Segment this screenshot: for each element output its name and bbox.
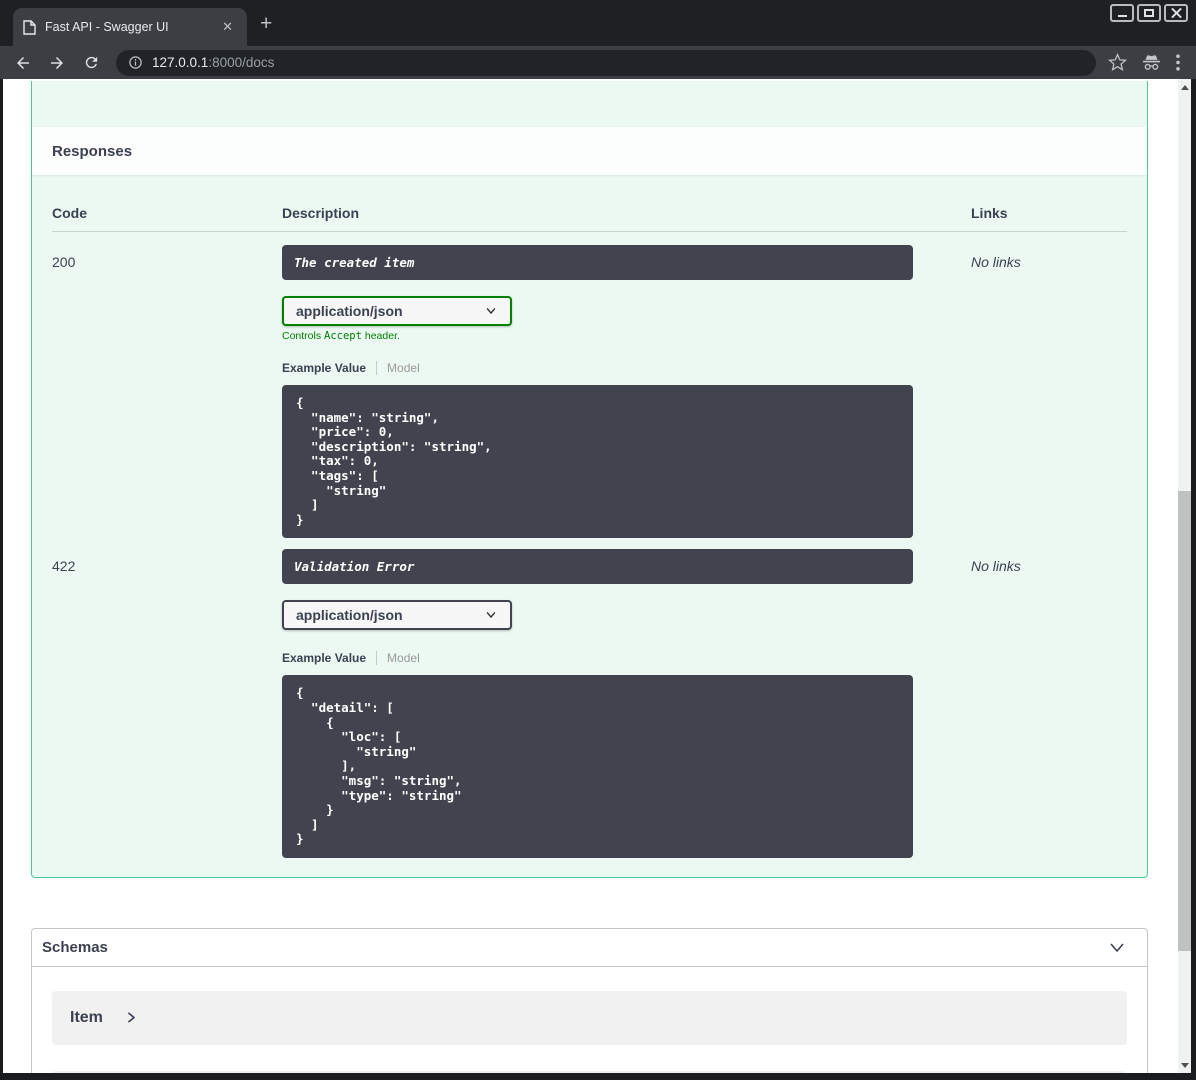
tab-example-value[interactable]: Example Value	[282, 361, 366, 375]
responses-panel: Responses Code Description Links 200 The…	[31, 81, 1148, 878]
chevron-right-icon	[128, 1012, 135, 1023]
column-header-links: Links	[971, 205, 1008, 221]
browser-tab[interactable]: Fast API - Swagger UI ✕	[13, 8, 247, 46]
example-json-block: { "detail": [ { "loc": [ "string" ], "ms…	[282, 675, 913, 858]
url-host: 127.0.0.1	[152, 55, 209, 70]
page-scrollbar[interactable]	[1178, 79, 1191, 1073]
site-info-icon[interactable]	[128, 55, 143, 70]
example-model-tabs: Example Value Model	[282, 361, 942, 375]
tab-model[interactable]: Model	[387, 651, 420, 665]
response-links: No links	[971, 254, 1021, 270]
tab-divider	[376, 651, 378, 666]
window-minimize-button[interactable]	[1110, 4, 1134, 22]
tab-example-value[interactable]: Example Value	[282, 651, 366, 665]
accept-header-note: Controls Accept header.	[282, 330, 400, 342]
responses-section-header: Responses	[32, 127, 1147, 175]
address-bar[interactable]: 127.0.0.1:8000/docs	[116, 49, 1096, 76]
tab-divider	[376, 361, 378, 375]
window-maximize-button[interactable]	[1137, 4, 1161, 22]
swagger-docs-page: Responses Code Description Links 200 The…	[3, 79, 1191, 1073]
tab-title: Fast API - Swagger UI	[45, 20, 169, 34]
model-item[interactable]: Item	[52, 990, 1127, 1045]
response-description: The created item	[282, 245, 913, 280]
response-row-422: 422 Validation Error application/json Ex…	[52, 549, 1127, 858]
incognito-icon	[1141, 53, 1162, 72]
arrow-right-icon	[51, 56, 63, 69]
bookmark-star-icon[interactable]	[1108, 53, 1127, 72]
response-links: No links	[971, 558, 1021, 575]
chevron-down-icon	[486, 308, 496, 314]
model-name: Item	[70, 1008, 103, 1026]
schemas-heading: Schemas	[42, 938, 108, 956]
media-type-value: application/json	[296, 607, 403, 624]
scrollbar-thumb[interactable]	[1178, 491, 1191, 951]
tab-model[interactable]: Model	[387, 361, 420, 375]
chevron-down-icon	[486, 612, 496, 619]
example-model-tabs: Example Value Model	[282, 651, 942, 666]
column-header-code: Code	[52, 205, 87, 221]
tab-close-icon[interactable]: ✕	[218, 19, 237, 35]
browser-window: Fast API - Swagger UI ✕ + 127.0.0.1:800…	[0, 0, 1196, 1080]
media-type-value: application/json	[296, 303, 403, 319]
browser-titlebar: Fast API - Swagger UI ✕ +	[0, 0, 1196, 46]
reload-icon	[85, 56, 97, 69]
media-type-select[interactable]: application/json	[282, 600, 512, 631]
responses-table-header: Code Description Links	[52, 193, 1127, 232]
arrow-left-icon	[17, 56, 29, 69]
window-controls	[1110, 4, 1188, 22]
minimize-icon	[1117, 15, 1127, 17]
response-code: 200	[52, 254, 76, 270]
scroll-down-icon[interactable]	[1181, 1063, 1189, 1068]
page-favicon-icon	[23, 19, 36, 35]
example-json-block: { "name": "string", "price": 0, "descrip…	[282, 385, 913, 539]
model-validationerror[interactable]: ValidationError	[52, 1070, 1127, 1073]
response-code: 422	[52, 558, 76, 575]
browser-menu-icon[interactable]	[1176, 54, 1180, 71]
schemas-header[interactable]: Schemas	[32, 929, 1147, 967]
schemas-section: Schemas Item ValidationError	[31, 927, 1148, 1073]
maximize-icon	[1144, 9, 1154, 17]
chevron-down-icon	[1110, 943, 1124, 953]
reload-button[interactable]	[78, 50, 104, 76]
media-type-select[interactable]: application/json	[282, 296, 512, 326]
forward-button[interactable]	[44, 50, 70, 76]
scroll-up-icon[interactable]	[1181, 85, 1189, 90]
new-tab-button[interactable]: +	[260, 13, 272, 34]
response-row-200: 200 The created item application/json Co…	[52, 245, 1127, 539]
responses-heading: Responses	[52, 142, 133, 160]
url-path: :8000/docs	[208, 55, 275, 70]
response-description: Validation Error	[282, 549, 913, 585]
back-button[interactable]	[10, 50, 36, 76]
window-close-button[interactable]	[1164, 4, 1188, 22]
close-icon	[1171, 8, 1182, 19]
browser-toolbar: 127.0.0.1:8000/docs	[0, 46, 1196, 79]
opblock-spacer	[32, 81, 1147, 127]
column-header-description: Description	[282, 205, 360, 221]
